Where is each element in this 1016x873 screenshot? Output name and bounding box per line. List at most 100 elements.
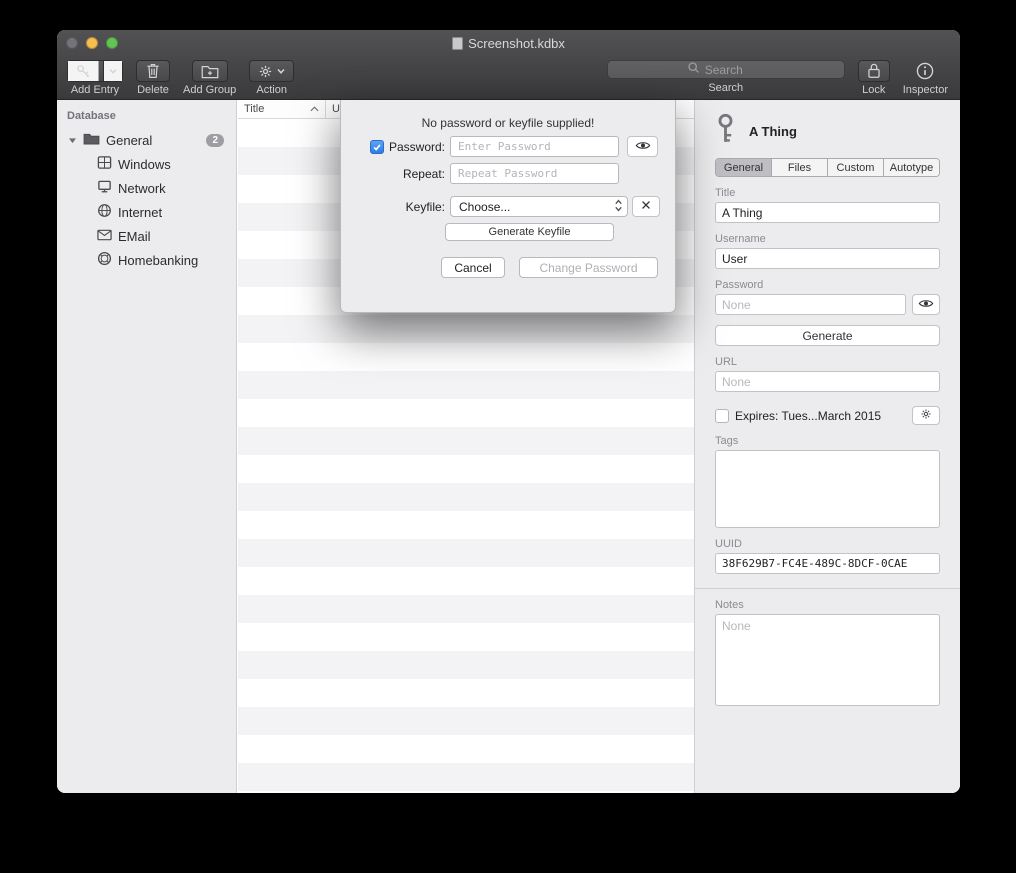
group-label: Network xyxy=(118,181,166,196)
inspector-tabs: General Files Custom Autotype xyxy=(715,158,940,177)
password-field[interactable] xyxy=(715,294,906,315)
sidebar-item-general[interactable]: General 2 xyxy=(57,128,236,152)
reveal-password-button[interactable] xyxy=(627,136,658,157)
dialog-keyfile-label: Keyfile: xyxy=(406,200,445,214)
toolbar: Add Entry Delete Add Group xyxy=(57,58,960,100)
document-icon xyxy=(452,37,463,50)
cancel-button[interactable]: Cancel xyxy=(441,257,505,278)
search-field[interactable] xyxy=(607,60,845,79)
eye-icon xyxy=(918,296,934,314)
stepper-icon xyxy=(614,198,623,216)
folder-icon xyxy=(83,132,100,148)
tag-chip[interactable] xyxy=(722,457,752,470)
sidebar-item-network[interactable]: Network xyxy=(57,176,236,200)
change-password-button[interactable]: Change Password xyxy=(519,257,658,278)
keyfile-dropdown[interactable]: Choose... xyxy=(450,196,628,217)
gear-icon[interactable] xyxy=(258,64,273,79)
tab-custom[interactable]: Custom xyxy=(828,159,884,176)
sidebar-item-internet[interactable]: Internet xyxy=(57,200,236,224)
group-label: Windows xyxy=(118,157,171,172)
zoom-button[interactable] xyxy=(106,37,118,49)
group-label: Homebanking xyxy=(118,253,198,268)
group-label: Internet xyxy=(118,205,162,220)
toolbar-add-group[interactable]: Add Group xyxy=(183,60,236,96)
windows-icon xyxy=(97,155,112,173)
group-label: General xyxy=(106,133,152,148)
toolbar-inspector[interactable]: Inspector xyxy=(903,60,948,96)
folder-plus-icon[interactable] xyxy=(192,60,228,82)
close-button[interactable] xyxy=(66,37,78,49)
sidebar-item-windows[interactable]: Windows xyxy=(57,152,236,176)
expires-settings-button[interactable] xyxy=(912,406,940,425)
uuid-label: UUID xyxy=(715,538,940,550)
titlebar[interactable]: Screenshot.kdbx xyxy=(57,30,960,56)
dialog-repeat-label: Repeat: xyxy=(403,167,445,181)
disclosure-triangle-icon[interactable] xyxy=(67,137,77,144)
username-label: Username xyxy=(715,233,940,245)
info-icon[interactable] xyxy=(912,60,938,82)
lock-icon[interactable] xyxy=(858,60,890,82)
sidebar-header: Database xyxy=(57,100,236,128)
notes-field[interactable] xyxy=(715,614,940,706)
expires-label: Expires: Tues...March 2015 xyxy=(735,409,881,423)
window-title: Screenshot.kdbx xyxy=(468,36,565,51)
inspector-label: Inspector xyxy=(903,84,948,96)
x-icon xyxy=(640,198,652,216)
globe-icon xyxy=(97,203,112,221)
toolbar-add-entry[interactable]: Add Entry xyxy=(67,60,123,96)
envelope-icon xyxy=(97,229,112,244)
add-entry-label: Add Entry xyxy=(71,84,119,96)
app-window: Screenshot.kdbx Add Entry D xyxy=(57,30,960,793)
tags-box[interactable] xyxy=(715,450,940,528)
divider xyxy=(695,588,960,589)
coin-icon xyxy=(97,251,112,269)
toolbar-delete[interactable]: Delete xyxy=(136,60,170,96)
password-label: Password xyxy=(715,279,940,291)
network-icon xyxy=(97,179,112,197)
tags-label: Tags xyxy=(715,435,940,447)
toolbar-action[interactable]: Action xyxy=(249,60,294,96)
url-label: URL xyxy=(715,356,940,368)
generate-keyfile-button[interactable]: Generate Keyfile xyxy=(445,223,614,241)
dialog-message: No password or keyfile supplied! xyxy=(341,116,675,130)
column-header-title[interactable]: Title xyxy=(238,100,326,118)
uuid-field[interactable] xyxy=(715,553,940,574)
tab-files[interactable]: Files xyxy=(772,159,828,176)
sidebar-item-email[interactable]: EMail xyxy=(57,224,236,248)
count-badge: 2 xyxy=(206,134,224,147)
url-field[interactable] xyxy=(715,371,940,392)
gear-icon xyxy=(920,408,932,423)
expires-checkbox[interactable] xyxy=(715,409,729,423)
chevron-down-icon[interactable] xyxy=(277,68,285,74)
dialog-password-label: Password: xyxy=(389,140,445,154)
sidebar: Database General 2 Windows Network xyxy=(57,100,237,793)
dialog-password-input[interactable] xyxy=(450,136,619,157)
window-title-area: Screenshot.kdbx xyxy=(57,30,960,56)
entry-title: A Thing xyxy=(749,124,797,139)
search-icon xyxy=(687,61,700,79)
tab-autotype[interactable]: Autotype xyxy=(884,159,939,176)
dialog-repeat-input[interactable] xyxy=(450,163,619,184)
search-input[interactable] xyxy=(705,63,765,77)
sidebar-item-homebanking[interactable]: Homebanking xyxy=(57,248,236,272)
eye-icon xyxy=(635,138,651,156)
reveal-password-button[interactable] xyxy=(912,294,940,315)
toolbar-lock[interactable]: Lock xyxy=(858,60,890,96)
change-password-dialog: No password or keyfile supplied! Passwor… xyxy=(340,100,676,313)
username-field[interactable] xyxy=(715,248,940,269)
group-label: EMail xyxy=(118,229,151,244)
search-label: Search xyxy=(708,82,743,94)
clear-keyfile-button[interactable] xyxy=(632,196,660,217)
inspector-panel: A Thing General Files Custom Autotype Ti… xyxy=(694,100,960,793)
trash-icon[interactable] xyxy=(136,60,170,82)
tab-general[interactable]: General xyxy=(716,159,772,176)
password-checkbox[interactable] xyxy=(370,140,384,154)
action-label: Action xyxy=(256,84,287,96)
generate-password-button[interactable]: Generate xyxy=(715,325,940,346)
chevron-down-icon[interactable] xyxy=(103,61,122,81)
title-field[interactable] xyxy=(715,202,940,223)
sort-ascending-icon xyxy=(310,103,319,115)
window-header: Screenshot.kdbx Add Entry D xyxy=(57,30,960,100)
minimize-button[interactable] xyxy=(86,37,98,49)
key-icon[interactable] xyxy=(68,61,99,81)
